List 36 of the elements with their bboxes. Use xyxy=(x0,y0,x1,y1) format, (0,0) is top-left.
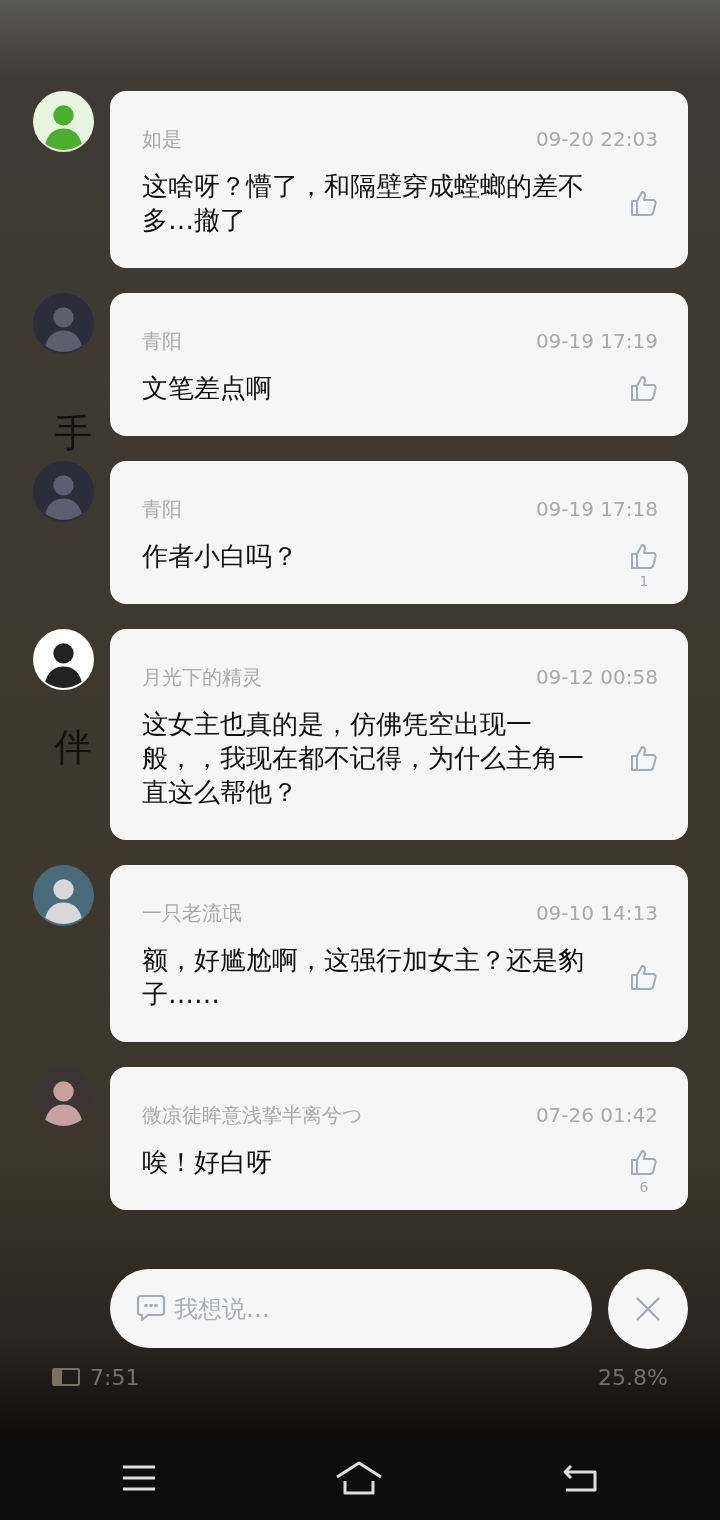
comment-time: 09-12 00:58 xyxy=(535,664,658,691)
comment-text: 作者小白吗？ xyxy=(142,540,299,573)
comment-input[interactable]: 我想说… xyxy=(110,1269,592,1348)
comment-text: 这女主也真的是，仿佛凭空出现一般，，我现在都不记得，为什么主角一直这么帮他？ xyxy=(142,708,585,809)
home-icon[interactable] xyxy=(335,1461,383,1495)
like-icon[interactable] xyxy=(630,963,658,991)
battery-icon xyxy=(52,1368,80,1386)
comment-time: 09-20 22:03 xyxy=(535,126,658,153)
like-icon[interactable] xyxy=(630,374,658,402)
comment-time: 09-19 17:19 xyxy=(535,328,658,355)
like-icon[interactable] xyxy=(630,1148,658,1176)
user-name: 微凉徒眸意浅挚半离兮つ xyxy=(142,1102,362,1129)
like-icon[interactable] xyxy=(630,189,658,217)
user-name: 如是 xyxy=(142,126,182,153)
clock-time: 7:51 xyxy=(90,1365,140,1391)
user-name: 一只老流氓 xyxy=(142,900,242,927)
comment-text: 唉！好白呀 xyxy=(142,1146,273,1179)
like-icon[interactable] xyxy=(630,542,658,570)
user-name: 青阳 xyxy=(142,328,182,355)
avatar-icon[interactable] xyxy=(33,629,94,690)
comment-text: 文笔差点啊 xyxy=(142,372,273,405)
like-icon[interactable] xyxy=(630,744,658,772)
avatar-icon[interactable] xyxy=(33,865,94,926)
comment-time: 09-19 17:18 xyxy=(535,496,658,523)
comment-time: 07-26 01:42 xyxy=(535,1102,658,1129)
comment-text: 额，好尴尬啊，这强行加女主？还是豹子…… xyxy=(142,944,585,1011)
like-count: 1 xyxy=(639,572,649,590)
like-count: 6 xyxy=(639,1178,649,1196)
back-icon[interactable] xyxy=(562,1464,598,1492)
user-name: 月光下的精灵 xyxy=(142,664,262,691)
menu-icon[interactable] xyxy=(122,1465,156,1491)
avatar-icon[interactable] xyxy=(33,91,94,152)
user-name: 青阳 xyxy=(142,496,182,523)
comment-time: 09-10 14:13 xyxy=(535,900,658,927)
chat-bubble-icon xyxy=(136,1294,166,1322)
comment-text: 这啥呀？懵了，和隔壁穿成螳螂的差不多…撤了 xyxy=(142,170,585,237)
